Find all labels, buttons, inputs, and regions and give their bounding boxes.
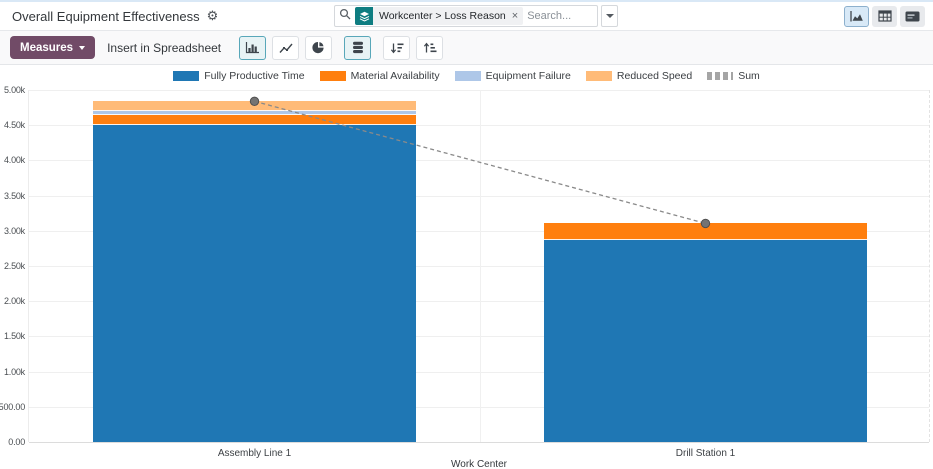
legend-item[interactable]: Sum <box>707 70 760 82</box>
caret-down-icon <box>79 46 85 50</box>
group-by-layers-icon <box>355 7 373 25</box>
navbar: Overall Equipment Effectiveness ⚙ Workce… <box>0 2 933 31</box>
gridline <box>29 442 929 443</box>
insert-in-spreadsheet-button[interactable]: Insert in Spreadsheet <box>95 36 233 59</box>
dashboard-icon <box>905 11 920 22</box>
gear-icon[interactable]: ⚙ <box>207 8 219 24</box>
legend-item[interactable]: Fully Productive Time <box>173 70 304 82</box>
x-axis-title: Work Center <box>28 459 930 469</box>
dashboard-view-button[interactable] <box>900 6 925 27</box>
stacked-database-icon <box>352 41 364 54</box>
legend-swatch <box>707 72 733 80</box>
sort-descending-button[interactable] <box>383 36 410 60</box>
y-axis-tick-label: 3.00k <box>4 226 25 236</box>
bar-chart-button[interactable] <box>239 36 266 60</box>
bar-segment[interactable] <box>544 223 867 240</box>
legend-label: Reduced Speed <box>617 70 692 82</box>
x-axis-tick-label: Assembly Line 1 <box>218 448 291 459</box>
sort-ascending-button[interactable] <box>416 36 443 60</box>
legend-item[interactable]: Reduced Speed <box>586 70 692 82</box>
pivot-table-icon <box>878 10 892 22</box>
page-title: Overall Equipment Effectiveness <box>12 9 200 24</box>
legend-label: Fully Productive Time <box>204 70 304 82</box>
bar-segment[interactable] <box>93 101 416 111</box>
facet-remove-icon[interactable]: × <box>511 7 523 25</box>
gridline <box>480 90 481 442</box>
bar-chart-icon <box>245 41 260 54</box>
chart-legend: Fully Productive Time Material Availabili… <box>0 70 933 82</box>
y-axis-labels: 0.00500.001.00k1.50k2.00k2.50k3.00k3.50k… <box>0 90 26 442</box>
legend-swatch <box>586 71 612 81</box>
bar-segment[interactable] <box>93 125 416 442</box>
sort-ascending-icon <box>423 42 437 54</box>
bar-segment[interactable] <box>544 240 867 442</box>
area-chart-icon <box>849 10 865 23</box>
legend-item[interactable]: Material Availability <box>320 70 440 82</box>
legend-item[interactable]: Equipment Failure <box>455 70 571 82</box>
legend-swatch <box>173 71 199 81</box>
chart-section: Fully Productive Time Material Availabili… <box>0 65 933 468</box>
y-axis-tick-label: 4.50k <box>4 120 25 130</box>
search-icon <box>339 7 351 25</box>
legend-label: Equipment Failure <box>486 70 571 82</box>
bar-segment[interactable] <box>93 115 416 125</box>
pie-chart-button[interactable] <box>305 36 332 60</box>
x-axis-tick-label: Drill Station 1 <box>676 448 735 459</box>
legend-label: Sum <box>738 70 760 82</box>
legend-swatch <box>455 71 481 81</box>
legend-swatch <box>320 71 346 81</box>
graph-view-button[interactable] <box>844 6 869 27</box>
plot-area: Assembly Line 1Drill Station 1 <box>28 90 930 442</box>
y-axis-tick-label: 1.50k <box>4 331 25 341</box>
search-dropdown-toggle[interactable] <box>601 5 618 27</box>
line-chart-button[interactable] <box>272 36 299 60</box>
y-axis-tick-label: 1.00k <box>4 367 25 377</box>
control-panel: Measures Insert in Spreadsheet <box>0 31 933 65</box>
search-bar: Workcenter > Loss Reason × <box>334 5 618 27</box>
y-axis-tick-label: 500.00 <box>0 402 25 412</box>
bar-segment[interactable] <box>93 111 416 115</box>
y-axis-tick-label: 2.50k <box>4 261 25 271</box>
measures-label: Measures <box>20 42 73 54</box>
y-axis-tick-label: 0.00 <box>8 437 25 447</box>
y-axis-tick-label: 3.50k <box>4 191 25 201</box>
search-input[interactable] <box>527 10 593 22</box>
caret-down-icon <box>606 14 614 18</box>
pivot-view-button[interactable] <box>872 6 897 27</box>
y-axis-tick-label: 2.00k <box>4 296 25 306</box>
gridline <box>29 90 929 91</box>
search-box[interactable]: Workcenter > Loss Reason × <box>334 5 598 27</box>
line-chart-icon <box>279 42 293 54</box>
stacked-toggle-button[interactable] <box>344 36 371 60</box>
pie-chart-icon <box>312 41 325 54</box>
legend-label: Material Availability <box>351 70 440 82</box>
view-switcher <box>844 6 925 27</box>
sort-descending-icon <box>390 42 404 54</box>
measures-button[interactable]: Measures <box>10 36 95 59</box>
search-facet[interactable]: Workcenter > Loss Reason × <box>355 7 523 25</box>
y-axis-tick-label: 4.00k <box>4 155 25 165</box>
facet-label: Workcenter > Loss Reason <box>373 7 511 25</box>
y-axis-tick-label: 5.00k <box>4 85 25 95</box>
